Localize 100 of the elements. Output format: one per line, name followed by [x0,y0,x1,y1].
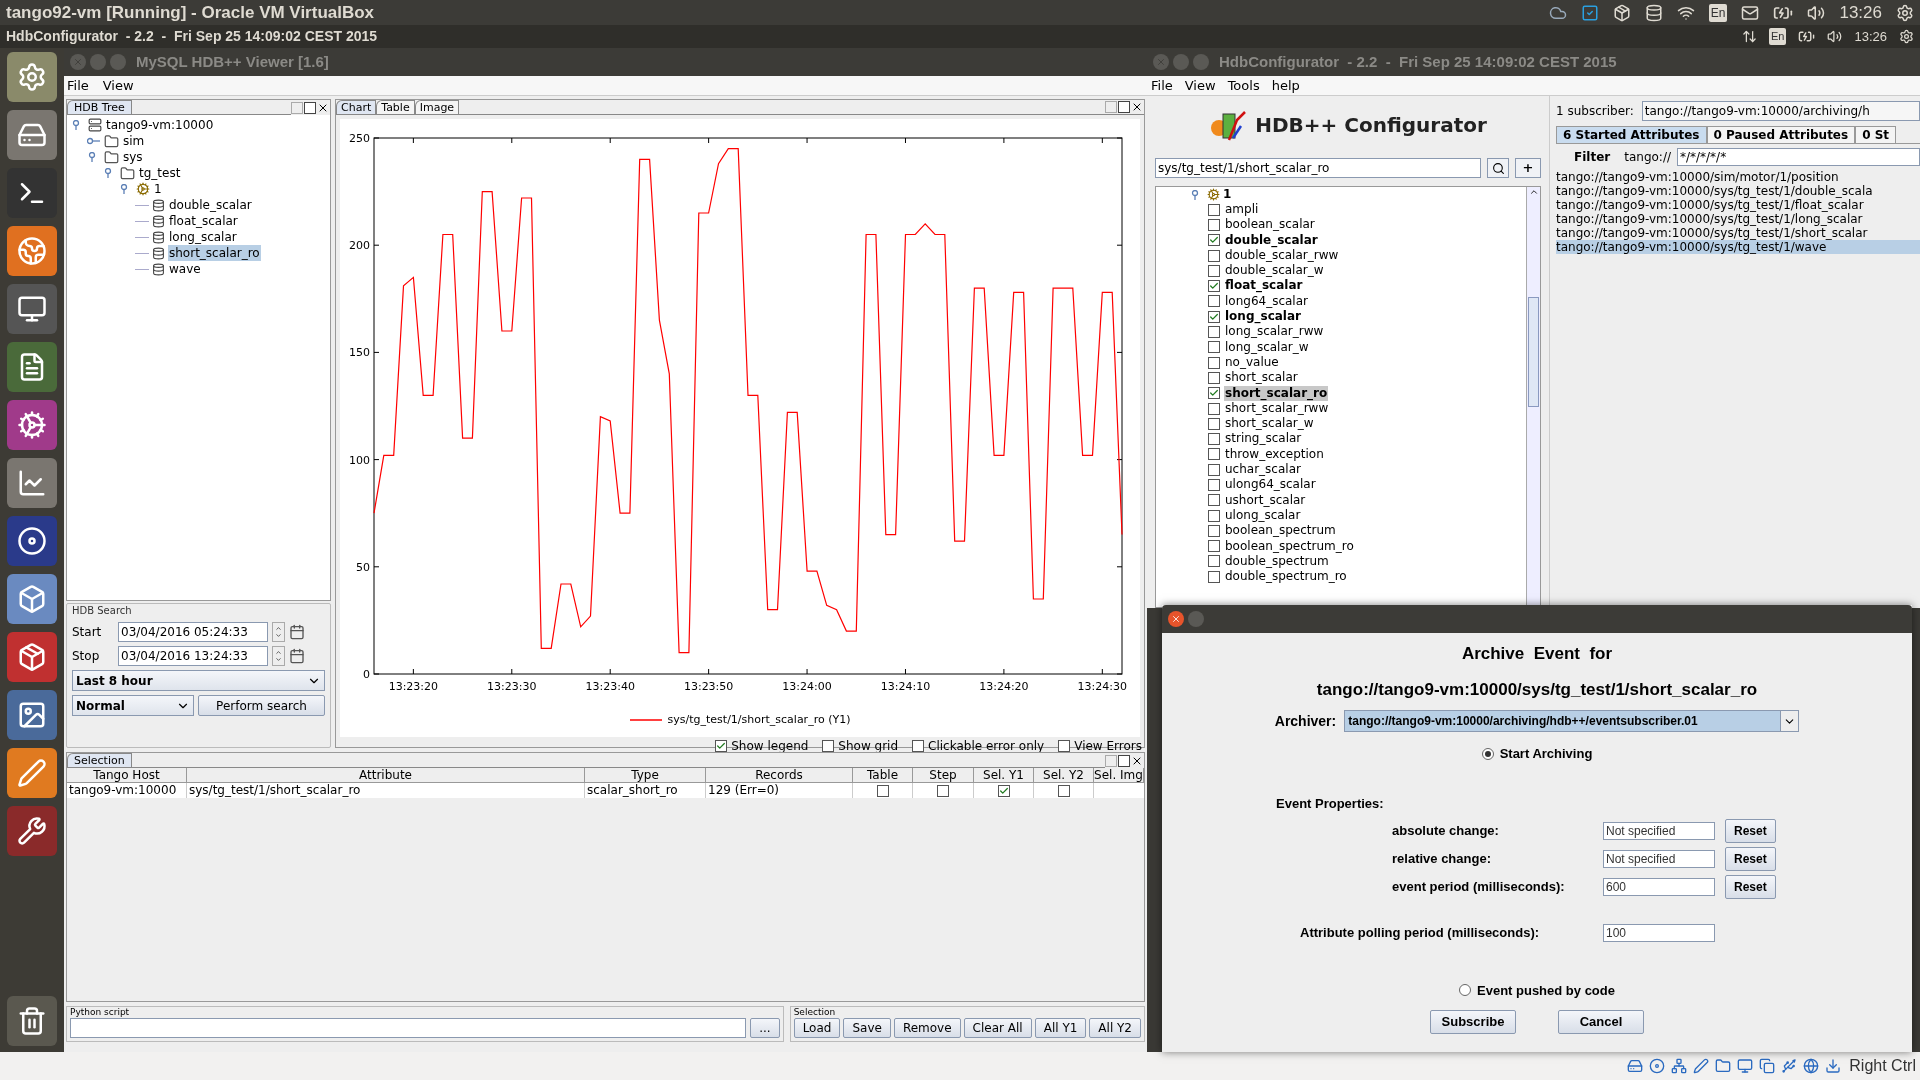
tree-item[interactable]: long_scalar_rww [1224,324,1325,340]
checkbox[interactable] [1208,371,1220,384]
launcher-item[interactable] [7,342,57,392]
archiver-dropdown[interactable]: tango://tango9-vm:10000/archiving/hdb++/eventsubscriber.01 [1344,710,1800,732]
date-field[interactable]: 03/04/2016 05:24:33 [118,622,268,642]
checkbox[interactable] [1208,218,1220,231]
maximize-button[interactable] [304,101,316,114]
tree-item[interactable]: double_scalar_rww [1224,247,1340,264]
selection-button[interactable]: Remove [893,1018,961,1038]
selection-button[interactable]: Clear All [963,1018,1032,1038]
list-item[interactable]: tango://tango9-vm:10000/sys/tg_test/1/short_scalar [1556,226,1920,240]
checkbox[interactable] [1058,740,1071,752]
clock[interactable]: 13:26 [1839,0,1882,26]
column-header[interactable]: Sel. Y2 [1034,768,1094,783]
tree-item[interactable]: 1 [153,181,163,197]
selection-button[interactable]: Load [793,1018,841,1038]
property-field[interactable]: 100 [1603,923,1715,942]
property-field[interactable]: 600 [1603,878,1715,896]
device-status-icon[interactable] [1781,1058,1798,1074]
reset-button[interactable]: Reset [1725,875,1776,899]
list-item[interactable]: tango://tango9-vm:10000/sys/tg_test/1/wave [1556,240,1920,254]
clock[interactable]: 13:26 [1854,26,1887,47]
list-item[interactable]: tango://tango9-vm:10000/sim/motor/1/position [1556,170,1920,184]
collapsed-handle-icon[interactable] [87,136,101,146]
device-status-icon[interactable] [1693,1058,1710,1074]
filter-field[interactable]: */*/*/*/* [1677,148,1920,166]
volume-icon[interactable] [1807,3,1826,22]
tree-item[interactable]: ulong_scalar [1224,507,1302,524]
tree-item[interactable]: double_scalar [1224,232,1319,248]
checkbox[interactable] [715,740,728,752]
checkbox[interactable] [1208,448,1220,461]
column-header[interactable]: Sel. Y1 [974,768,1034,783]
calendar-icon[interactable] [289,648,305,664]
checkbox[interactable] [1208,402,1220,415]
tree-item[interactable]: short_scalar_ro [168,245,261,261]
tree-item[interactable]: long64_scalar [1224,293,1309,310]
checkbox[interactable] [1208,341,1220,354]
scrollbar[interactable] [1526,187,1540,607]
settings-icon[interactable] [1896,3,1914,22]
network-icon[interactable] [1742,29,1757,44]
checkbox[interactable] [937,784,949,797]
reset-button[interactable]: Reset [1725,847,1776,871]
launcher-item[interactable] [7,690,57,740]
tree-item[interactable]: ushort_scalar [1224,492,1307,508]
device-status-icon[interactable] [1715,1058,1732,1074]
checkbox[interactable] [1208,326,1220,338]
dialog-button[interactable]: Cancel [1558,1010,1644,1034]
subscriber-field[interactable]: tango://tango9-vm:10000/archiving/h [1641,101,1920,121]
search-field[interactable]: sys/tg_test/1/short_scalar_ro [1155,158,1481,178]
menu-item[interactable]: help [1271,75,1300,96]
menu-item[interactable]: File [1151,75,1173,96]
checkbox[interactable] [1208,295,1220,308]
checkbox[interactable] [876,784,889,797]
date-field[interactable]: 03/04/2016 13:24:33 [118,646,268,666]
browse-button[interactable]: ... [750,1018,780,1038]
checkbox[interactable] [1208,264,1220,277]
checkbox[interactable] [1208,280,1220,293]
tree-item[interactable]: no_value [1224,354,1280,371]
chart-tab[interactable]: Table [376,100,415,114]
device-status-icon[interactable] [1671,1058,1688,1074]
panel-tab[interactable]: Selection [67,753,132,767]
tree-item[interactable]: short_scalar_w [1224,416,1315,432]
checkbox[interactable] [1208,249,1220,262]
tree-item[interactable]: ampli [1224,202,1260,218]
tree-item[interactable]: double_spectrum_ro [1224,569,1348,585]
tab[interactable]: 0 Paused Attributes [1706,126,1856,143]
checkbox[interactable] [1208,494,1220,507]
maximize-button[interactable] [1118,754,1130,767]
device-status-icon[interactable] [1803,1058,1820,1074]
panel-tab[interactable]: HDB Tree [67,100,132,114]
checkbox[interactable] [1208,417,1220,430]
mail-icon[interactable] [1741,3,1760,22]
checkbox[interactable] [1208,540,1220,553]
column-header[interactable]: Step [913,768,974,783]
keyboard-layout[interactable]: En [1769,28,1787,45]
radio-button[interactable] [1459,984,1471,997]
checkbox[interactable] [912,740,925,752]
menu-item[interactable]: View [102,75,134,96]
menu-item[interactable]: Tools [1227,75,1260,96]
tree-item[interactable]: boolean_spectrum [1224,523,1337,539]
property-field[interactable]: Not specified [1603,822,1715,840]
tree-item[interactable]: short_scalar [1224,370,1299,386]
device-status-icon[interactable] [1737,1058,1754,1074]
device-status-icon[interactable] [1649,1058,1666,1074]
launcher-item[interactable] [7,996,57,1046]
dialog-button[interactable]: Subscribe [1430,1010,1516,1034]
launcher-item[interactable] [7,806,57,856]
column-header[interactable]: Records [706,768,853,783]
chart-tab[interactable]: Chart [336,100,377,114]
checkbox[interactable] [1208,570,1220,583]
checkbox-icon[interactable] [1580,3,1599,22]
search-button[interactable] [1487,158,1509,178]
tree-item[interactable]: boolean_scalar [1224,217,1316,233]
tab[interactable]: 6 Started Attributes [1556,126,1707,143]
checkbox[interactable] [1208,234,1220,247]
tree-item[interactable]: throw_exception [1224,446,1325,463]
launcher-item[interactable] [7,516,57,566]
selection-button[interactable]: All Y1 [1034,1018,1087,1038]
checkbox[interactable] [822,740,835,752]
tree-item[interactable]: sim [122,133,146,149]
